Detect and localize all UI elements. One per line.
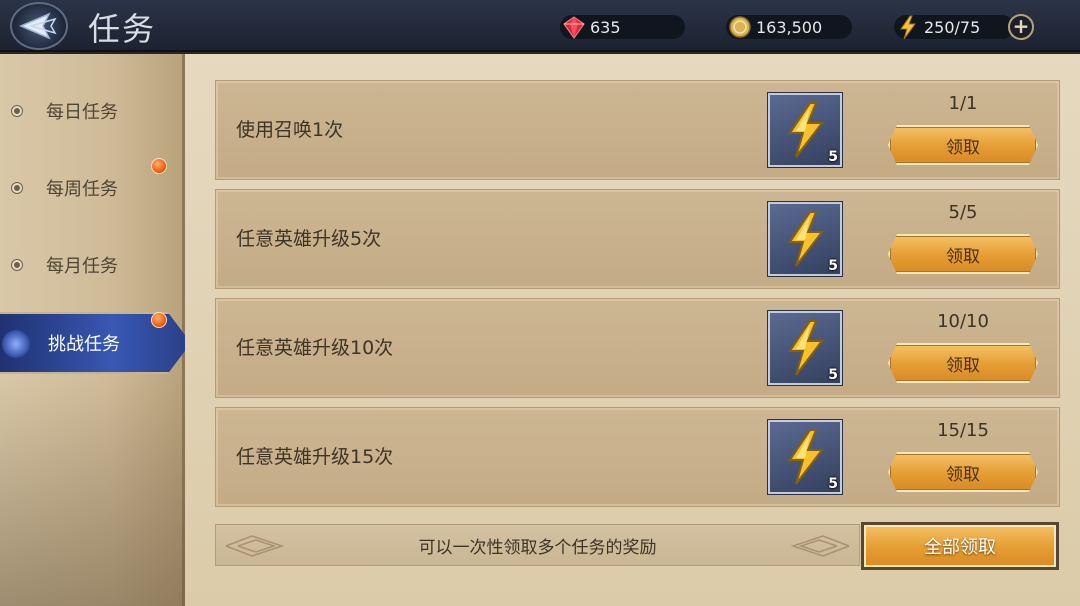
reward-item[interactable]: 5 <box>767 92 843 168</box>
sidebar-item-label: 每周任务 <box>46 179 118 200</box>
notification-badge <box>151 158 167 174</box>
claim-button[interactable]: 领取 <box>888 125 1038 165</box>
add-energy-button[interactable]: + <box>1008 14 1034 40</box>
quest-row: 任意英雄升级5次 5 5/5 领取 <box>215 189 1060 289</box>
coin-value: 163,500 <box>756 17 823 37</box>
claim-button[interactable]: 领取 <box>888 452 1038 492</box>
quest-progress: 10/10 <box>937 311 989 332</box>
energy-counter: 250/75 <box>894 15 1014 40</box>
gem-icon <box>563 16 585 39</box>
back-arrow-icon <box>19 12 57 40</box>
reward-count: 5 <box>828 476 838 492</box>
reward-item[interactable]: 5 <box>767 419 843 495</box>
plus-icon: + <box>1012 14 1030 38</box>
reward-count: 5 <box>828 258 838 274</box>
quest-progress: 15/15 <box>937 420 989 441</box>
reward-count: 5 <box>828 149 838 165</box>
claim-all-button[interactable]: 全部领取 <box>861 522 1059 570</box>
notification-badge <box>151 312 167 328</box>
quest-name: 任意英雄升级5次 <box>236 228 382 250</box>
quest-row: 任意英雄升级15次 5 15/15 领取 <box>215 407 1060 507</box>
lightning-icon <box>900 15 916 40</box>
sidebar-item-monthly[interactable]: 每月任务 <box>0 245 185 285</box>
bullet-icon <box>12 260 22 270</box>
reward-item[interactable]: 5 <box>767 201 843 277</box>
sidebar-item-label: 挑战任务 <box>48 334 120 355</box>
sidebar-item-daily[interactable]: 每日任务 <box>0 91 185 131</box>
quest-name: 使用召唤1次 <box>236 119 344 141</box>
sidebar-item-label: 每日任务 <box>46 102 118 123</box>
claim-button[interactable]: 领取 <box>888 234 1038 274</box>
challenge-emblem-icon <box>2 330 30 358</box>
gem-value: 635 <box>590 17 621 37</box>
reward-item[interactable]: 5 <box>767 310 843 386</box>
quest-list-panel: 使用召唤1次 5 1/1 领取 任意英雄升级5次 5 5/5 领取 任意英雄升级… <box>185 54 1080 606</box>
gem-counter: 635 <box>560 15 685 39</box>
coin-counter: 163,500 <box>726 15 852 39</box>
coin-icon <box>729 16 751 38</box>
energy-value: 250/75 <box>924 17 981 37</box>
sidebar-item-label: 每月任务 <box>46 256 118 277</box>
ornament-icon <box>790 535 850 557</box>
quest-progress: 1/1 <box>948 93 978 114</box>
quest-row: 使用召唤1次 5 1/1 领取 <box>215 80 1060 180</box>
top-bar: 任务 635 163,500 250/75 + <box>0 0 1080 52</box>
quest-name: 任意英雄升级10次 <box>236 337 394 359</box>
claim-all-hint: 可以一次性领取多个任务的奖励 <box>418 537 657 558</box>
quest-progress: 5/5 <box>948 202 978 223</box>
bullet-icon <box>12 183 22 193</box>
ornament-icon <box>225 535 285 557</box>
claim-button[interactable]: 领取 <box>888 343 1038 383</box>
reward-count: 5 <box>828 367 838 383</box>
sidebar: 每日任务 每周任务 每月任务 挑战任务 <box>0 54 191 606</box>
back-button[interactable] <box>10 2 68 50</box>
quest-name: 任意英雄升级15次 <box>236 446 394 468</box>
sidebar-item-weekly[interactable]: 每周任务 <box>0 168 185 208</box>
page-title: 任务 <box>88 10 157 48</box>
bullet-icon <box>12 106 22 116</box>
claim-all-hint-bar: 可以一次性领取多个任务的奖励 <box>215 524 860 566</box>
quest-row: 任意英雄升级10次 5 10/10 领取 <box>215 298 1060 398</box>
